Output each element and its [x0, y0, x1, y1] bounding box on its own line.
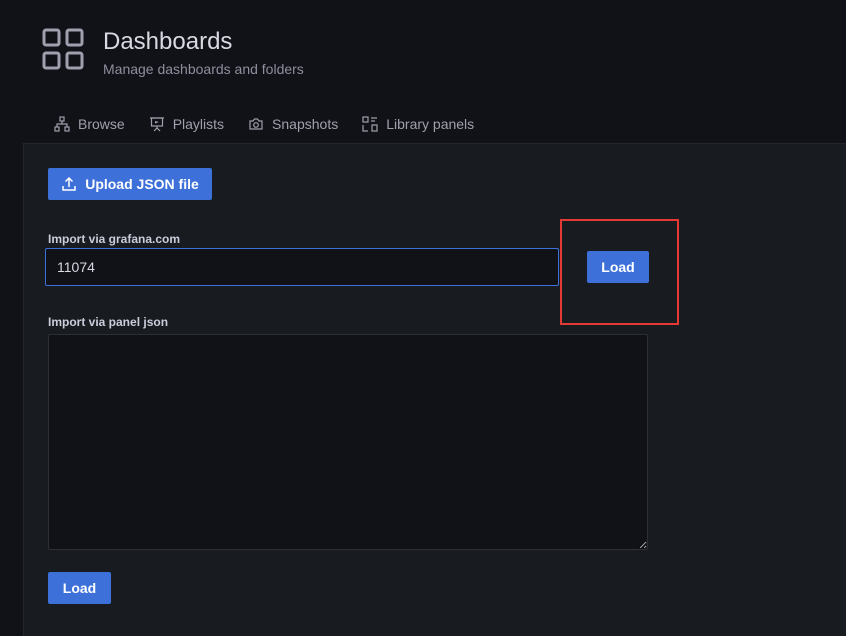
upload-icon	[62, 176, 76, 191]
tab-snapshots[interactable]: Snapshots	[236, 108, 350, 140]
sitemap-icon	[54, 116, 70, 132]
tab-browse[interactable]: Browse	[42, 108, 137, 140]
load-grafana-button[interactable]: Load	[587, 251, 649, 283]
page-title: Dashboards	[103, 28, 233, 55]
tab-library-panels[interactable]: Library panels	[350, 108, 486, 140]
tab-label: Library panels	[386, 116, 475, 132]
presentation-icon	[149, 117, 164, 132]
dashboards-grid-icon	[42, 28, 84, 70]
tab-label: Browse	[78, 116, 125, 132]
grafana-import-label: Import via grafana.com	[48, 232, 181, 246]
page-header: Dashboards Manage dashboards and folders	[42, 28, 304, 77]
tab-playlists[interactable]: Playlists	[137, 108, 236, 140]
header-text: Dashboards Manage dashboards and folders	[103, 28, 304, 77]
upload-button-label: Upload JSON file	[85, 176, 199, 192]
import-panel: Upload JSON file Import via grafana.com …	[23, 143, 846, 636]
library-panel-icon	[362, 116, 378, 132]
tab-label: Snapshots	[272, 116, 339, 132]
tab-label: Playlists	[172, 116, 225, 132]
panel-json-label: Import via panel json	[48, 315, 169, 329]
panel-json-textarea[interactable]	[48, 334, 648, 550]
grafana-id-input[interactable]	[45, 248, 559, 286]
import-dashboard-page: Dashboards Manage dashboards and folders…	[0, 0, 846, 636]
camera-icon	[249, 118, 263, 130]
page-subtitle: Manage dashboards and folders	[103, 61, 304, 77]
tab-bar: Browse Playlists Snapshots Library panel…	[42, 108, 486, 140]
load-json-button[interactable]: Load	[48, 572, 111, 604]
upload-json-button[interactable]: Upload JSON file	[48, 168, 212, 200]
